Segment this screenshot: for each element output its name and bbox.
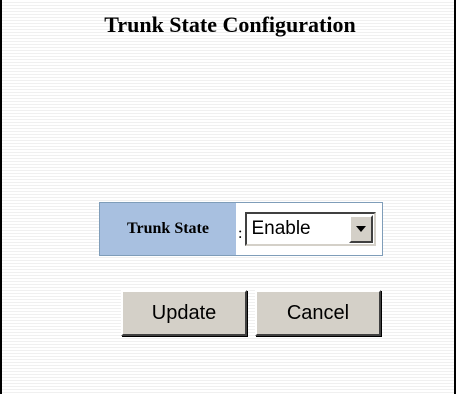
trunk-state-field: Trunk State : Enable bbox=[99, 202, 384, 256]
trunk-state-select[interactable]: Enable bbox=[245, 212, 377, 246]
chevron-down-icon bbox=[356, 226, 367, 232]
page-title: Trunk State Configuration bbox=[104, 12, 356, 37]
dropdown-arrow-button[interactable] bbox=[349, 215, 374, 243]
label-separator: : bbox=[238, 225, 243, 242]
cancel-button[interactable]: Cancel bbox=[255, 290, 381, 336]
trunk-state-selected-value: Enable bbox=[251, 218, 311, 239]
config-panel: Trunk State Configuration Trunk State : … bbox=[0, 0, 456, 394]
trunk-state-control: : Enable bbox=[236, 203, 383, 255]
update-button[interactable]: Update bbox=[121, 290, 247, 336]
trunk-state-label: Trunk State bbox=[100, 203, 236, 255]
